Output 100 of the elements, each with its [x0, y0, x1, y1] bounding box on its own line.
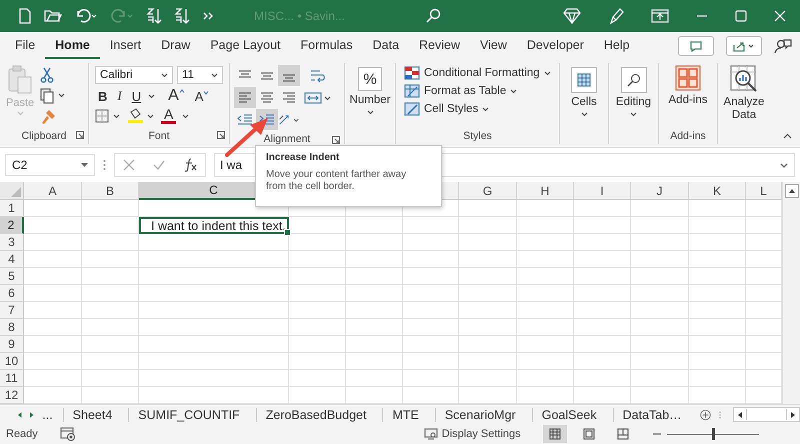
align-left-button[interactable]: [234, 87, 256, 108]
sort-ascending-icon[interactable]: [146, 7, 162, 25]
grid-cell[interactable]: [346, 251, 403, 268]
grid-cell[interactable]: [82, 251, 139, 268]
grid-cell[interactable]: [82, 302, 139, 319]
grid-cell[interactable]: [24, 200, 82, 217]
grid-cell[interactable]: [24, 353, 82, 370]
close-icon[interactable]: [774, 10, 786, 22]
column-header[interactable]: A: [24, 182, 82, 200]
grid-cell[interactable]: [289, 319, 346, 336]
add-ins-button[interactable]: Add-ins: [659, 63, 717, 128]
grid-cell[interactable]: [574, 336, 631, 353]
macro-record-icon[interactable]: [60, 427, 76, 441]
grid-cell[interactable]: [289, 302, 346, 319]
grid-cell[interactable]: [689, 302, 746, 319]
row-header[interactable]: 2: [0, 217, 24, 234]
grid-cell[interactable]: [631, 353, 689, 370]
ribbon-tab[interactable]: Page Layout: [200, 34, 291, 58]
grid-cell[interactable]: [403, 370, 459, 387]
grid-cell[interactable]: [289, 336, 346, 353]
caret-icon[interactable]: [148, 94, 156, 98]
grid-cell[interactable]: [631, 251, 689, 268]
grid-cell[interactable]: [689, 353, 746, 370]
grid-cell[interactable]: [82, 217, 139, 234]
dialog-launcher-icon[interactable]: [217, 131, 225, 139]
redo-icon[interactable]: [110, 8, 134, 24]
grid-cell[interactable]: [574, 285, 631, 302]
grid-cell[interactable]: [517, 370, 574, 387]
drag-handle-icon[interactable]: [103, 159, 106, 171]
grow-font-button[interactable]: A: [165, 87, 188, 105]
grid-cell[interactable]: [289, 217, 346, 234]
column-header[interactable]: K: [689, 182, 746, 200]
column-header[interactable]: L: [746, 182, 782, 200]
open-folder-icon[interactable]: [44, 9, 62, 23]
drag-handle-icon[interactable]: [718, 408, 721, 420]
grid-cell[interactable]: [346, 234, 403, 251]
grid-cell[interactable]: [346, 336, 403, 353]
grid-cell[interactable]: [574, 370, 631, 387]
grid-cell[interactable]: [139, 319, 289, 336]
grid-cell[interactable]: [689, 217, 746, 234]
grid-cell[interactable]: [289, 370, 346, 387]
grid-cell[interactable]: [689, 319, 746, 336]
grid-cell[interactable]: [631, 302, 689, 319]
row-header[interactable]: 1: [0, 200, 24, 217]
copy-icon[interactable]: [40, 88, 66, 104]
grid-cell[interactable]: [574, 217, 631, 234]
grid-cell[interactable]: [459, 217, 517, 234]
grid-cell[interactable]: [24, 234, 82, 251]
sheet-tab[interactable]: ScenarioMgr: [434, 408, 524, 422]
grid-cell[interactable]: [346, 353, 403, 370]
bold-button[interactable]: B: [95, 88, 110, 104]
sort-descending-icon[interactable]: [174, 7, 190, 25]
grid-cell[interactable]: [689, 251, 746, 268]
grid-cell[interactable]: [289, 251, 346, 268]
sheet-tab[interactable]: DataTab…: [612, 408, 690, 422]
grid-cell[interactable]: [289, 234, 346, 251]
grid-cell[interactable]: [574, 251, 631, 268]
scroll-thumb[interactable]: [746, 409, 787, 420]
active-cell[interactable]: I want to indent this text.: [139, 217, 289, 234]
style-command[interactable]: Format as Table: [404, 83, 551, 99]
more-commands-icon[interactable]: [202, 11, 214, 21]
sheet-tab[interactable]: SUMIF_COUNTIF: [128, 408, 248, 422]
grid-cell[interactable]: [459, 268, 517, 285]
grid-cell[interactable]: [24, 302, 82, 319]
font-size-field[interactable]: 11: [177, 66, 223, 84]
sheet-tab[interactable]: MTE: [382, 408, 427, 422]
sheet-tab[interactable]: ZeroBasedBudget: [256, 408, 374, 422]
grid-cell[interactable]: [517, 268, 574, 285]
grid-cell[interactable]: [517, 302, 574, 319]
grid-cell[interactable]: [631, 319, 689, 336]
grid-cell[interactable]: [631, 200, 689, 217]
grid-cell[interactable]: [139, 285, 289, 302]
font-color-button[interactable]: A: [161, 108, 176, 124]
grid-cell[interactable]: [459, 370, 517, 387]
grid-cell[interactable]: [82, 200, 139, 217]
grid-cell[interactable]: [139, 302, 289, 319]
grid-cell[interactable]: [459, 336, 517, 353]
grid-cell[interactable]: [459, 234, 517, 251]
grid-cell[interactable]: [574, 234, 631, 251]
grid-cell[interactable]: [574, 353, 631, 370]
grid-cell[interactable]: [689, 285, 746, 302]
pen-icon[interactable]: [608, 7, 624, 25]
grid-cell[interactable]: [289, 353, 346, 370]
grid-cell[interactable]: [24, 319, 82, 336]
grid-cell[interactable]: [631, 268, 689, 285]
grid-cell[interactable]: [459, 319, 517, 336]
grid-cell[interactable]: [289, 268, 346, 285]
ribbon-tab[interactable]: Data: [362, 34, 410, 58]
row-header[interactable]: 7: [0, 302, 24, 319]
sheet-tab[interactable]: GoalSeek: [532, 408, 605, 422]
scroll-up-icon[interactable]: [784, 184, 798, 198]
row-header[interactable]: 9: [0, 336, 24, 353]
row-header[interactable]: 11: [0, 370, 24, 387]
dialog-launcher-icon[interactable]: [76, 131, 84, 139]
collapse-ribbon-icon[interactable]: [783, 133, 792, 139]
grid-cell[interactable]: [631, 234, 689, 251]
grid-cell[interactable]: [82, 268, 139, 285]
grid-cell[interactable]: [403, 353, 459, 370]
grid-cell[interactable]: [689, 200, 746, 217]
grid-cell[interactable]: [403, 285, 459, 302]
